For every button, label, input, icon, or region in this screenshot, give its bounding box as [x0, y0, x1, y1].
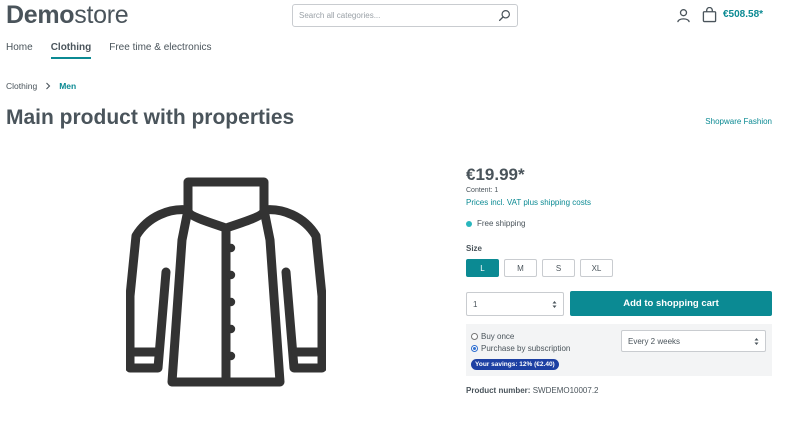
- search-input[interactable]: [293, 5, 483, 26]
- product-number-value: SWDEMO10007.2: [532, 386, 599, 395]
- breadcrumb-clothing[interactable]: Clothing: [6, 81, 37, 91]
- manufacturer-link[interactable]: Shopware Fashion: [705, 117, 772, 126]
- logo-bold-text: Demo: [6, 1, 75, 29]
- breadcrumb-men[interactable]: Men: [59, 81, 76, 91]
- delivery-info: Free shipping: [466, 219, 525, 228]
- store-logo[interactable]: Demostore: [6, 1, 129, 30]
- cart-total[interactable]: €508.58*: [723, 9, 763, 20]
- search-icon[interactable]: [498, 9, 511, 22]
- interval-value: Every 2 weeks: [628, 336, 681, 346]
- shipping-text: Free shipping: [477, 219, 526, 228]
- cart-icon[interactable]: [702, 7, 717, 23]
- size-option-s[interactable]: S: [542, 259, 575, 277]
- size-option-m[interactable]: M: [504, 259, 537, 277]
- size-label: Size: [466, 244, 483, 253]
- size-option-l[interactable]: L: [466, 259, 499, 277]
- subscription-option[interactable]: Purchase by subscription: [471, 344, 570, 353]
- account-icon[interactable]: [676, 8, 691, 23]
- subscription-interval-select[interactable]: Every 2 weeks: [621, 330, 766, 352]
- jacket-icon: [126, 177, 326, 387]
- subscription-box: Buy once Purchase by subscription Your s…: [466, 324, 772, 376]
- buy-once-option[interactable]: Buy once: [471, 332, 514, 341]
- delivery-status-dot: [466, 220, 472, 227]
- size-options: L M S XL: [466, 259, 618, 277]
- product-price: €19.99*: [466, 165, 525, 184]
- nav-item-clothing[interactable]: Clothing: [50, 42, 92, 59]
- vat-shipping-link[interactable]: Prices incl. VAT plus shipping costs: [466, 198, 591, 207]
- breadcrumb: Clothing Men: [6, 81, 76, 91]
- size-option-xl[interactable]: XL: [580, 259, 613, 277]
- subscription-label: Purchase by subscription: [481, 344, 571, 353]
- savings-badge: Your savings: 12% (€2.40): [471, 359, 559, 370]
- product-title: Main product with properties: [6, 106, 295, 129]
- product-number-label: Product number:: [466, 386, 531, 395]
- nav-item-free-time-electronics[interactable]: Free time & electronics: [109, 42, 211, 59]
- quantity-value: 1: [473, 299, 478, 309]
- select-arrows-icon: [552, 301, 557, 308]
- search-bar: [292, 4, 518, 27]
- buy-once-label: Buy once: [481, 332, 515, 341]
- buy-once-radio[interactable]: [471, 333, 478, 340]
- main-navigation: Home Clothing Free time & electronics: [6, 42, 230, 59]
- quantity-select[interactable]: 1: [466, 292, 564, 316]
- chevron-right-icon: [46, 82, 51, 90]
- product-content: Content: 1: [466, 187, 499, 194]
- product-number: Product number: SWDEMO10007.2: [466, 386, 599, 395]
- logo-light-text: store: [74, 1, 129, 29]
- select-arrows-icon: [754, 338, 759, 345]
- subscription-radio[interactable]: [471, 345, 478, 352]
- nav-item-home[interactable]: Home: [6, 42, 33, 59]
- add-to-cart-button[interactable]: Add to shopping cart: [570, 291, 772, 316]
